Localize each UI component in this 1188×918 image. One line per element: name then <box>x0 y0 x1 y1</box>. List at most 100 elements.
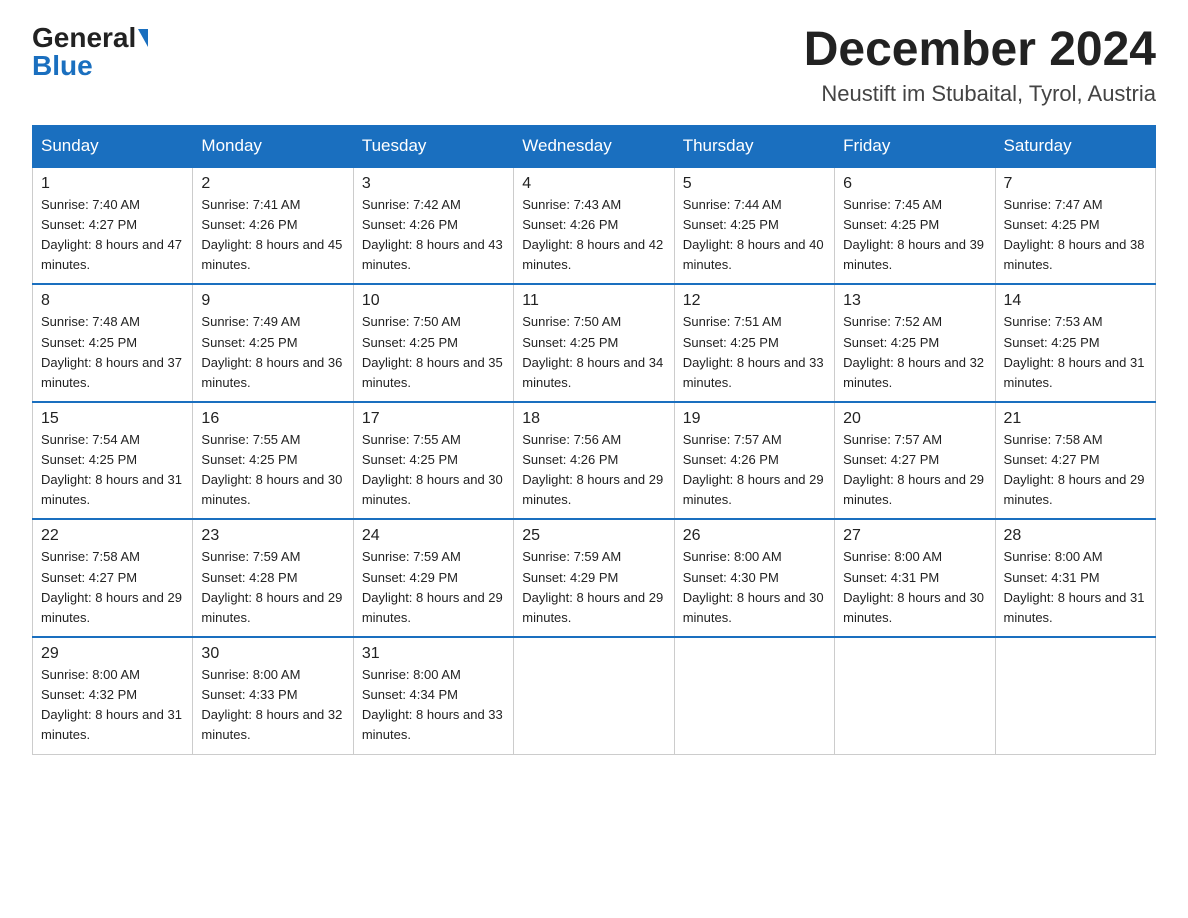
day-info: Sunrise: 8:00 AMSunset: 4:30 PMDaylight:… <box>683 547 826 628</box>
calendar-cell: 5 Sunrise: 7:44 AMSunset: 4:25 PMDayligh… <box>674 167 834 285</box>
page-header: General Blue December 2024 Neustift im S… <box>32 24 1156 107</box>
day-number: 9 <box>201 292 344 310</box>
week-row-5: 29 Sunrise: 8:00 AMSunset: 4:32 PMDaylig… <box>33 637 1156 754</box>
calendar-cell: 12 Sunrise: 7:51 AMSunset: 4:25 PMDaylig… <box>674 284 834 402</box>
day-info: Sunrise: 7:57 AMSunset: 4:26 PMDaylight:… <box>683 430 826 511</box>
day-number: 10 <box>362 292 505 310</box>
calendar-cell: 24 Sunrise: 7:59 AMSunset: 4:29 PMDaylig… <box>353 519 513 637</box>
week-row-1: 1 Sunrise: 7:40 AMSunset: 4:27 PMDayligh… <box>33 167 1156 285</box>
calendar-cell: 7 Sunrise: 7:47 AMSunset: 4:25 PMDayligh… <box>995 167 1155 285</box>
day-info: Sunrise: 7:59 AMSunset: 4:29 PMDaylight:… <box>362 547 505 628</box>
day-number: 23 <box>201 527 344 545</box>
day-number: 12 <box>683 292 826 310</box>
day-info: Sunrise: 7:47 AMSunset: 4:25 PMDaylight:… <box>1004 195 1147 276</box>
calendar-cell: 3 Sunrise: 7:42 AMSunset: 4:26 PMDayligh… <box>353 167 513 285</box>
calendar-cell: 8 Sunrise: 7:48 AMSunset: 4:25 PMDayligh… <box>33 284 193 402</box>
day-info: Sunrise: 7:40 AMSunset: 4:27 PMDaylight:… <box>41 195 184 276</box>
calendar-cell: 20 Sunrise: 7:57 AMSunset: 4:27 PMDaylig… <box>835 402 995 520</box>
weekday-header-monday: Monday <box>193 125 353 167</box>
calendar-cell: 23 Sunrise: 7:59 AMSunset: 4:28 PMDaylig… <box>193 519 353 637</box>
day-number: 11 <box>522 292 665 310</box>
day-info: Sunrise: 7:54 AMSunset: 4:25 PMDaylight:… <box>41 430 184 511</box>
day-number: 13 <box>843 292 986 310</box>
calendar-table: SundayMondayTuesdayWednesdayThursdayFrid… <box>32 125 1156 755</box>
day-info: Sunrise: 7:57 AMSunset: 4:27 PMDaylight:… <box>843 430 986 511</box>
calendar-cell: 1 Sunrise: 7:40 AMSunset: 4:27 PMDayligh… <box>33 167 193 285</box>
calendar-cell: 28 Sunrise: 8:00 AMSunset: 4:31 PMDaylig… <box>995 519 1155 637</box>
weekday-header-tuesday: Tuesday <box>353 125 513 167</box>
calendar-cell: 30 Sunrise: 8:00 AMSunset: 4:33 PMDaylig… <box>193 637 353 754</box>
day-number: 27 <box>843 527 986 545</box>
calendar-cell: 15 Sunrise: 7:54 AMSunset: 4:25 PMDaylig… <box>33 402 193 520</box>
day-number: 16 <box>201 410 344 428</box>
logo-general: General <box>32 24 136 52</box>
day-number: 21 <box>1004 410 1147 428</box>
logo-blue: Blue <box>32 52 93 80</box>
day-info: Sunrise: 7:58 AMSunset: 4:27 PMDaylight:… <box>1004 430 1147 511</box>
calendar-cell <box>674 637 834 754</box>
month-title: December 2024 <box>804 24 1156 77</box>
logo-triangle-icon <box>138 29 148 47</box>
calendar-cell: 16 Sunrise: 7:55 AMSunset: 4:25 PMDaylig… <box>193 402 353 520</box>
day-number: 14 <box>1004 292 1147 310</box>
location-title: Neustift im Stubaital, Tyrol, Austria <box>804 81 1156 107</box>
week-row-2: 8 Sunrise: 7:48 AMSunset: 4:25 PMDayligh… <box>33 284 1156 402</box>
calendar-cell: 13 Sunrise: 7:52 AMSunset: 4:25 PMDaylig… <box>835 284 995 402</box>
day-info: Sunrise: 8:00 AMSunset: 4:31 PMDaylight:… <box>843 547 986 628</box>
day-number: 31 <box>362 645 505 663</box>
day-number: 7 <box>1004 175 1147 193</box>
day-info: Sunrise: 8:00 AMSunset: 4:34 PMDaylight:… <box>362 665 505 746</box>
day-number: 6 <box>843 175 986 193</box>
calendar-cell: 18 Sunrise: 7:56 AMSunset: 4:26 PMDaylig… <box>514 402 674 520</box>
day-info: Sunrise: 8:00 AMSunset: 4:33 PMDaylight:… <box>201 665 344 746</box>
day-number: 20 <box>843 410 986 428</box>
day-number: 26 <box>683 527 826 545</box>
day-info: Sunrise: 8:00 AMSunset: 4:32 PMDaylight:… <box>41 665 184 746</box>
calendar-cell: 31 Sunrise: 8:00 AMSunset: 4:34 PMDaylig… <box>353 637 513 754</box>
calendar-cell: 22 Sunrise: 7:58 AMSunset: 4:27 PMDaylig… <box>33 519 193 637</box>
week-row-4: 22 Sunrise: 7:58 AMSunset: 4:27 PMDaylig… <box>33 519 1156 637</box>
day-number: 22 <box>41 527 184 545</box>
day-number: 3 <box>362 175 505 193</box>
day-info: Sunrise: 7:58 AMSunset: 4:27 PMDaylight:… <box>41 547 184 628</box>
day-info: Sunrise: 7:50 AMSunset: 4:25 PMDaylight:… <box>522 312 665 393</box>
logo: General Blue <box>32 24 148 80</box>
day-number: 2 <box>201 175 344 193</box>
day-info: Sunrise: 7:42 AMSunset: 4:26 PMDaylight:… <box>362 195 505 276</box>
calendar-cell: 4 Sunrise: 7:43 AMSunset: 4:26 PMDayligh… <box>514 167 674 285</box>
calendar-cell: 9 Sunrise: 7:49 AMSunset: 4:25 PMDayligh… <box>193 284 353 402</box>
day-info: Sunrise: 7:44 AMSunset: 4:25 PMDaylight:… <box>683 195 826 276</box>
calendar-cell: 2 Sunrise: 7:41 AMSunset: 4:26 PMDayligh… <box>193 167 353 285</box>
calendar-cell: 11 Sunrise: 7:50 AMSunset: 4:25 PMDaylig… <box>514 284 674 402</box>
day-info: Sunrise: 7:55 AMSunset: 4:25 PMDaylight:… <box>201 430 344 511</box>
day-info: Sunrise: 7:51 AMSunset: 4:25 PMDaylight:… <box>683 312 826 393</box>
day-info: Sunrise: 7:52 AMSunset: 4:25 PMDaylight:… <box>843 312 986 393</box>
weekday-header-row: SundayMondayTuesdayWednesdayThursdayFrid… <box>33 125 1156 167</box>
day-number: 25 <box>522 527 665 545</box>
calendar-cell: 25 Sunrise: 7:59 AMSunset: 4:29 PMDaylig… <box>514 519 674 637</box>
day-number: 1 <box>41 175 184 193</box>
week-row-3: 15 Sunrise: 7:54 AMSunset: 4:25 PMDaylig… <box>33 402 1156 520</box>
day-info: Sunrise: 7:50 AMSunset: 4:25 PMDaylight:… <box>362 312 505 393</box>
weekday-header-friday: Friday <box>835 125 995 167</box>
calendar-cell <box>835 637 995 754</box>
day-number: 30 <box>201 645 344 663</box>
calendar-cell: 21 Sunrise: 7:58 AMSunset: 4:27 PMDaylig… <box>995 402 1155 520</box>
day-number: 4 <box>522 175 665 193</box>
day-info: Sunrise: 7:48 AMSunset: 4:25 PMDaylight:… <box>41 312 184 393</box>
day-number: 28 <box>1004 527 1147 545</box>
calendar-cell: 27 Sunrise: 8:00 AMSunset: 4:31 PMDaylig… <box>835 519 995 637</box>
day-number: 18 <box>522 410 665 428</box>
day-number: 19 <box>683 410 826 428</box>
day-number: 5 <box>683 175 826 193</box>
calendar-cell: 17 Sunrise: 7:55 AMSunset: 4:25 PMDaylig… <box>353 402 513 520</box>
weekday-header-saturday: Saturday <box>995 125 1155 167</box>
calendar-cell: 6 Sunrise: 7:45 AMSunset: 4:25 PMDayligh… <box>835 167 995 285</box>
calendar-cell: 10 Sunrise: 7:50 AMSunset: 4:25 PMDaylig… <box>353 284 513 402</box>
day-info: Sunrise: 7:55 AMSunset: 4:25 PMDaylight:… <box>362 430 505 511</box>
day-number: 8 <box>41 292 184 310</box>
day-number: 24 <box>362 527 505 545</box>
calendar-cell <box>995 637 1155 754</box>
day-info: Sunrise: 7:56 AMSunset: 4:26 PMDaylight:… <box>522 430 665 511</box>
weekday-header-sunday: Sunday <box>33 125 193 167</box>
